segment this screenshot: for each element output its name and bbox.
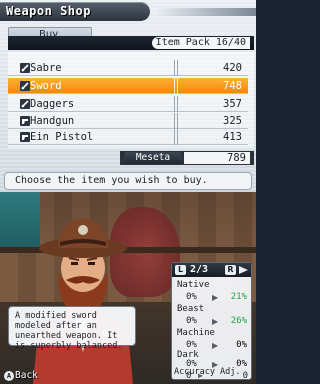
item-description: A modified sword modeled after an uneart… [8,306,136,351]
weapon-icon [20,99,30,109]
item-price: 748 [223,80,242,92]
weapon-icon [20,63,30,73]
stat-current: 0% [186,316,197,326]
column-divider [174,113,178,129]
item-price: 357 [223,98,242,110]
shopkeeper-portrait [33,218,133,384]
title-bar: Weapon Shop [0,2,150,21]
list-item[interactable]: Handgun 325 [8,113,248,129]
stat-current: 0% [186,340,197,350]
weapon-icon [20,81,30,91]
a-button-icon: A [4,371,14,381]
back-label: Back [15,370,38,381]
accuracy-values: 0 ▶ 0 [186,371,252,382]
item-name: Sabre [30,62,62,74]
column-divider [174,129,178,145]
item-price: 420 [223,62,242,74]
list-item[interactable]: Daggers 357 [8,96,248,112]
column-divider [174,96,178,112]
item-price: 413 [223,131,242,143]
weapon-icon [20,116,30,126]
stat-new: 21% [230,292,247,302]
stat-page-indicator: 2/3 [190,264,209,275]
stat-new: 0% [236,340,247,350]
item-name: Daggers [30,98,75,110]
item-price: 325 [223,115,242,127]
item-name: Ein Pistol [30,131,94,143]
stat-panel: L 2/3 R Native 0% ▶ 21% Beast 0% ▶ 26% M… [171,262,252,380]
prompt-bar: Choose the item you wish to buy. [4,172,252,190]
shop-scene: L 2/3 R Native 0% ▶ 21% Beast 0% ▶ 26% M… [0,192,256,384]
meseta-display: Meseta 789 [120,151,254,165]
back-button[interactable]: A Back [4,370,38,382]
arrow-right-icon: ▶ [212,317,219,326]
list-header: Item Pack 16/40 [8,36,254,50]
weapon-icon [20,132,30,142]
arrow-right-icon: ▶ [198,371,203,380]
item-pack-indicator: Item Pack 16/40 [151,37,250,49]
arrow-right-icon: ▶ [212,341,219,350]
list-item[interactable]: Ein Pistol 413 [8,129,248,145]
stat-label: Native [177,280,210,290]
stat-current: 0% [186,292,197,302]
shop-screen: Weapon Shop Buy Item Pack 16/40 Sabre 42… [0,0,256,192]
page-title: Weapon Shop [6,4,91,18]
arrow-right-icon [239,266,248,274]
page-next-button[interactable]: R [225,265,236,275]
stat-header: L 2/3 R [172,263,251,277]
header-decoration [156,8,256,16]
item-pack-count: 16/40 [215,37,246,48]
meseta-label: Meseta [124,152,182,164]
stat-current: 0 [186,371,192,381]
column-divider [174,78,178,94]
arrow-right-icon: ▶ [212,293,219,302]
item-pack-label: Item Pack [155,37,210,48]
list-item-selected[interactable]: Sword 748 [8,78,248,94]
item-name: Handgun [30,115,75,127]
stat-new: 26% [230,316,247,326]
item-name: Sword [30,80,62,92]
column-divider [174,60,178,76]
meseta-value: 789 [184,152,250,164]
page-prev-button[interactable]: L [175,265,186,275]
stat-label: Machine [177,328,215,338]
stat-label: Beast [177,304,205,314]
prompt-text: Choose the item you wish to buy. [15,175,208,186]
list-item[interactable]: Sabre 420 [8,60,248,76]
stat-new: 0 [242,371,248,381]
